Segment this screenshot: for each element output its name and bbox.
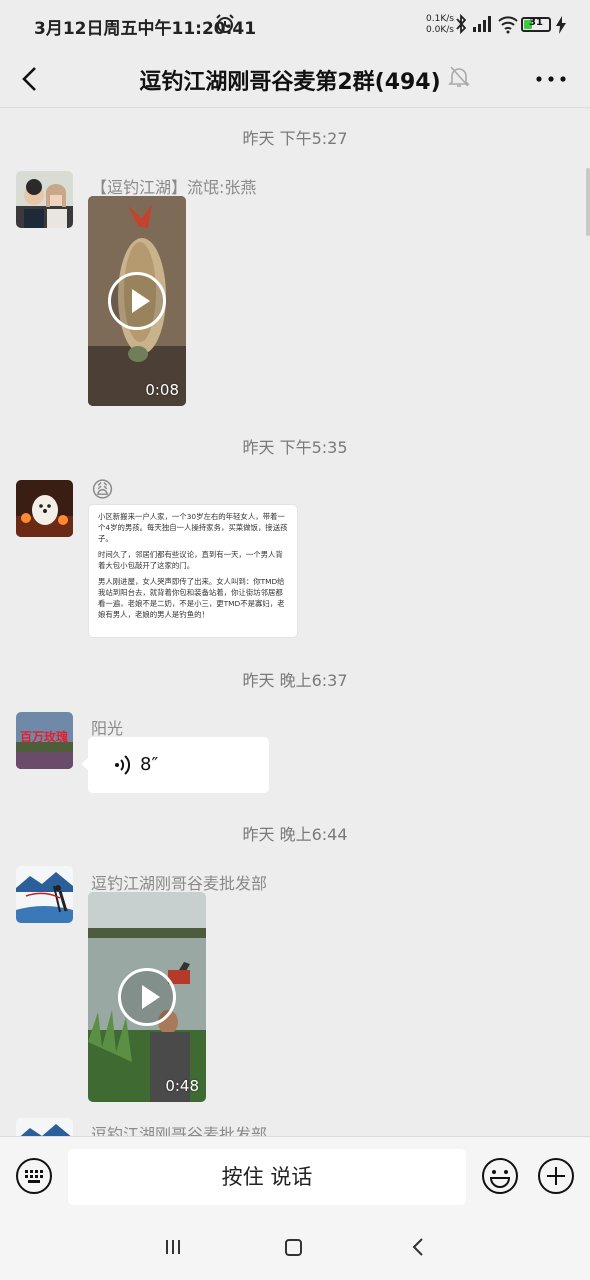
timestamp: 昨天 下午5:27	[242, 129, 348, 148]
play-icon[interactable]	[108, 272, 166, 330]
play-icon[interactable]	[118, 968, 176, 1026]
image-text-line: 小区新搬来一户人家，一个30岁左右的年轻女人，带着一个4岁的男孩。每天独自一人操…	[98, 512, 288, 543]
network-speed: 0.1K/s 0.0K/s	[426, 14, 454, 36]
avatar[interactable]	[16, 1118, 73, 1136]
avatar-text: 百万玫瑰	[20, 729, 68, 744]
charging-icon	[556, 16, 566, 34]
system-nav-bar	[0, 1216, 590, 1280]
timestamp: 昨天 晚上6:44	[242, 825, 348, 844]
status-bar: 3月12日周五中午11:20:41 0.1K/s 0.0K/s 31	[0, 0, 590, 52]
timestamp: 昨天 晚上6:37	[242, 671, 348, 690]
image-text-line: 时间久了，邻居们都有些议论，直到有一天，一个男人背着大包小包敲开了这家的门。	[98, 550, 283, 570]
alarm-icon	[216, 14, 234, 33]
plus-icon[interactable]	[537, 1157, 575, 1195]
mute-bell-icon	[448, 66, 470, 87]
video-duration: 0:08	[145, 381, 179, 399]
sender-name: 逗钓江湖刚哥谷麦批发部	[91, 1125, 268, 1136]
home-icon[interactable]	[285, 1239, 302, 1256]
keyboard-icon[interactable]	[15, 1157, 53, 1195]
battery-icon: 31	[521, 17, 551, 32]
bluetooth-icon	[456, 14, 467, 34]
chat-title: 逗钓江湖刚哥谷麦第2群(494)	[139, 70, 441, 95]
hold-to-talk-button[interactable]: 按住 说话	[68, 1149, 466, 1205]
voice-wave-icon	[115, 755, 131, 775]
wifi-icon	[498, 16, 518, 34]
chat-header: 逗钓江湖刚哥谷麦第2群(494)	[0, 52, 590, 108]
sender-name: 【逗钓江湖】流氓:张燕	[91, 178, 257, 197]
emoji-icon[interactable]	[481, 1157, 519, 1195]
net-down: 0.0K/s	[426, 25, 454, 35]
avatar[interactable]	[16, 866, 73, 923]
avatar[interactable]: 百万玫瑰	[16, 712, 73, 769]
image-message[interactable]: 小区新搬来一户人家，一个30岁左右的年轻女人，带着一个4岁的男孩。每天独自一人操…	[88, 504, 298, 638]
video-duration: 0:48	[165, 1077, 199, 1095]
voice-message[interactable]: 8″	[81, 737, 269, 793]
message-list[interactable]: 昨天 下午5:27 【逗钓江湖】流氓:张燕 0:08 昨天 下午5:35 😩 小…	[0, 108, 590, 1136]
scrollbar[interactable]	[586, 168, 590, 236]
net-up: 0.1K/s	[426, 14, 454, 24]
sender-name: 逗钓江湖刚哥谷麦批发部	[91, 874, 268, 893]
input-bar: 按住 说话	[0, 1136, 590, 1216]
emoji-message: 😩	[91, 478, 114, 503]
back-icon[interactable]	[410, 1237, 426, 1257]
video-message[interactable]: 0:08	[88, 196, 186, 406]
image-text-line: 男人刚进屋，女人哭声即传了出来。女人叫到：你TMD给我站到阳台去，就背着你包和装…	[98, 577, 285, 619]
timestamp: 昨天 下午5:35	[242, 438, 348, 457]
video-message[interactable]: 0:48	[88, 892, 206, 1102]
avatar[interactable]	[16, 171, 73, 228]
sender-name: 阳光	[91, 719, 124, 738]
avatar[interactable]	[16, 480, 73, 537]
voice-duration: 8″	[140, 754, 159, 775]
battery-level: 31	[529, 17, 543, 28]
signal-icon	[473, 16, 491, 32]
more-dots-icon[interactable]	[534, 64, 568, 94]
recent-apps-icon[interactable]	[163, 1238, 183, 1256]
